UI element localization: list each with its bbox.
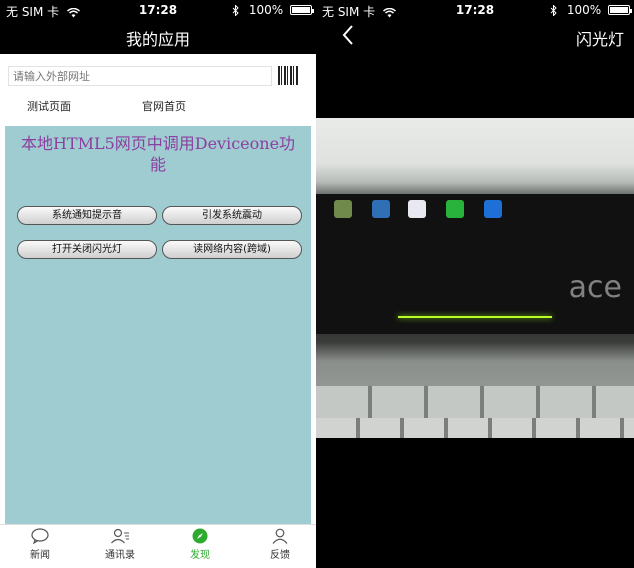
tab-contacts[interactable]: 通讯录: [90, 528, 150, 561]
camera-scene: [316, 194, 634, 334]
toggle-flashlight-button[interactable]: 打开关闭闪光灯: [17, 240, 157, 259]
vibrate-button[interactable]: 引发系统震动: [162, 206, 302, 225]
battery-icon: [290, 5, 314, 15]
battery-icon: [608, 5, 632, 15]
link-row: 测试页面 官网首页: [0, 98, 316, 114]
right-phone-screen: 无 SIM 卡 17:28 100% 闪光灯 ace: [316, 0, 634, 568]
status-bar: 无 SIM 卡 17:28 100%: [0, 0, 316, 20]
notification-sound-button[interactable]: 系统通知提示音: [17, 206, 157, 225]
nav-bar: 我的应用: [0, 20, 316, 54]
battery-percent: 100%: [566, 3, 602, 17]
tab-bar: 新闻 通讯录 发现 反馈: [0, 524, 316, 568]
tab-discover-label: 发现: [190, 550, 210, 561]
flashlight-button[interactable]: 闪光灯: [576, 26, 624, 50]
tab-news[interactable]: 新闻: [10, 528, 70, 561]
bluetooth-icon: [550, 5, 557, 16]
tab-discover[interactable]: 发现: [170, 528, 230, 561]
tab-contacts-label: 通讯录: [105, 550, 135, 561]
compass-icon: [192, 528, 208, 544]
tab-feedback[interactable]: 反馈: [250, 528, 310, 561]
test-page-link[interactable]: 测试页面: [27, 98, 71, 114]
nav-bar: 闪光灯: [316, 20, 634, 54]
tab-feedback-label: 反馈: [270, 550, 290, 561]
status-bar: 无 SIM 卡 17:28 100%: [316, 0, 634, 20]
webview-heading: 本地HTML5网页中调用Deviceone功能: [20, 134, 296, 174]
camera-preview: ace: [316, 118, 634, 438]
tab-news-label: 新闻: [30, 550, 50, 561]
barcode-scan-icon[interactable]: [278, 66, 299, 85]
bluetooth-icon: [232, 5, 239, 16]
battery-percent: 100%: [248, 3, 284, 17]
read-network-content-button[interactable]: 读网络内容(跨域): [162, 240, 302, 259]
contacts-icon: [111, 528, 129, 544]
page-title: 我的应用: [125, 30, 190, 49]
chat-bubble-icon: [31, 528, 49, 544]
official-home-link[interactable]: 官网首页: [142, 98, 186, 114]
left-phone-screen: 无 SIM 卡 17:28 100% 我的应用 测试页面 官网首页 本地HTML…: [0, 0, 316, 568]
webview-panel: 本地HTML5网页中调用Deviceone功能 系统通知提示音 引发系统震动 打…: [5, 126, 311, 524]
url-input[interactable]: [8, 66, 272, 86]
person-icon: [272, 528, 288, 544]
app-content: 测试页面 官网首页 本地HTML5网页中调用Deviceone功能 系统通知提示…: [0, 54, 316, 524]
chevron-left-icon[interactable]: [342, 24, 354, 46]
